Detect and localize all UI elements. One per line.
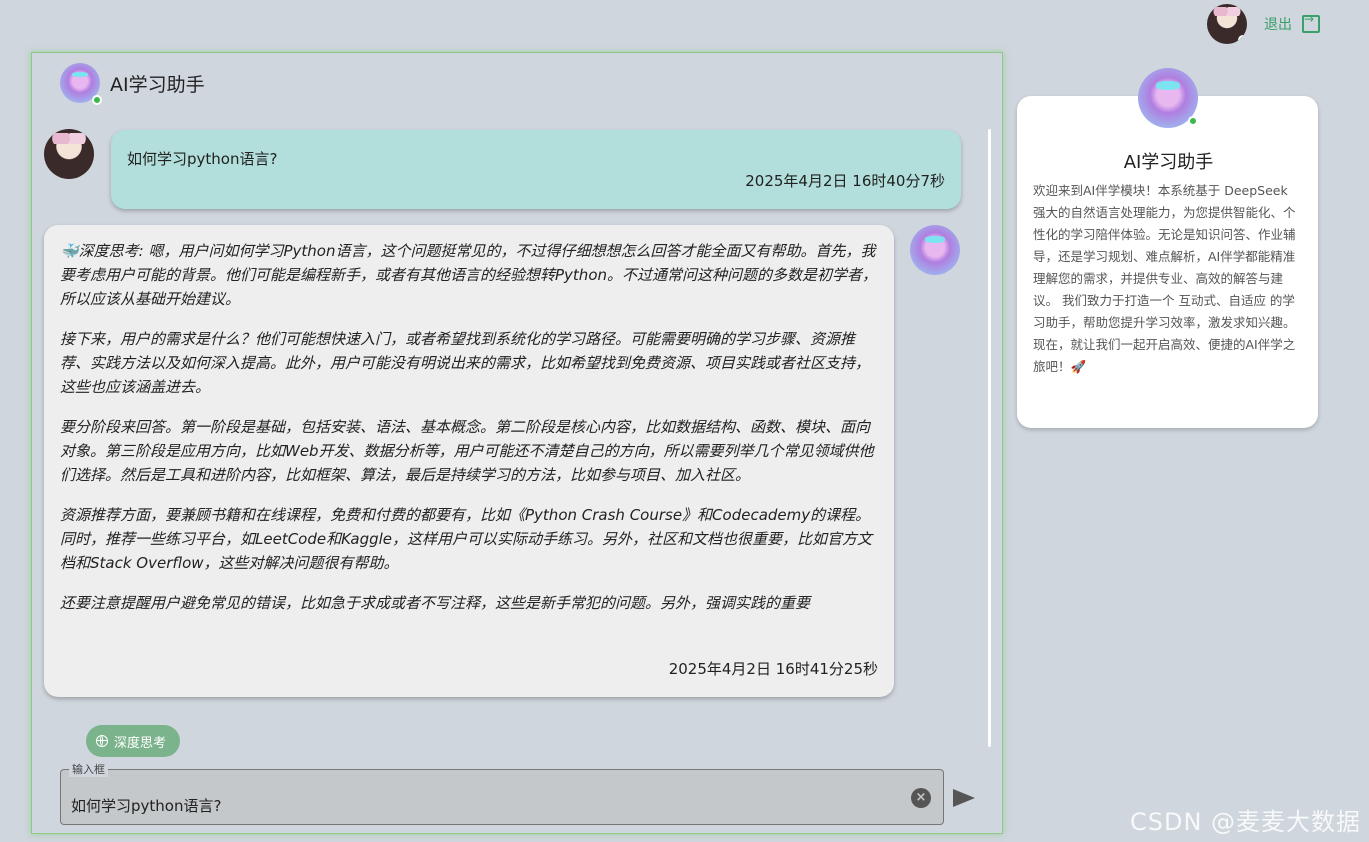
logout-label: 退出	[1264, 17, 1292, 33]
deep-think-toggle-button[interactable]: 深度思考	[86, 725, 181, 757]
info-card-title: AI学习助手	[1123, 152, 1214, 173]
user-message-text: 如何学习python语言?	[127, 150, 278, 168]
online-status-dot	[1188, 116, 1198, 126]
assistant-message-paragraph: 资源推荐方面，要兼顾书籍和在线课程，免费和付费的都要有，比如《Python Cr…	[60, 506, 873, 572]
assistant-message-paragraph: 要分阶段来回答。第一阶段是基础，包括安装、语法、基本概念。第二阶段是核心内容，比…	[60, 418, 874, 484]
chat-title: AI学习助手	[110, 73, 205, 96]
info-card-description: 欢迎来到AI伴学模块！本系统基于 DeepSeek 强大的自然语言处理能力，为您…	[1033, 183, 1296, 374]
chat-header: AI学习助手	[60, 63, 205, 105]
online-status-dot	[1238, 35, 1247, 44]
globe-icon	[96, 735, 108, 747]
chat-panel: AI学习助手 如何学习python语言? 2025年4月2日 16时40分7秒 …	[31, 52, 1003, 834]
assistant-message-paragraph: 🐳深度思考: 嗯，用户问如何学习Python语言，这个问题挺常见的，不过得仔细想…	[60, 242, 878, 308]
message-input-container[interactable]: 输入框 ×	[60, 761, 944, 825]
deep-think-label: 深度思考	[114, 735, 167, 751]
watermark: CSDN @麦麦大数据	[1130, 808, 1362, 836]
message-input[interactable]	[71, 796, 891, 814]
logout-button[interactable]: 退出	[1264, 12, 1320, 34]
user-profile-avatar[interactable]	[1207, 4, 1247, 44]
online-status-dot	[92, 95, 102, 105]
assistant-message-paragraph: 还要注意提醒用户避免常见的错误，比如急于求成或者不写注释，这些是新手常犯的问题。…	[60, 594, 811, 612]
assistant-message-timestamp: 2025年4月2日 16时41分25秒	[668, 660, 878, 678]
assistant-message-paragraph: 接下来，用户的需求是什么？他们可能想快速入门，或者希望找到系统化的学习路径。可能…	[60, 330, 871, 396]
chat-scrollbar[interactable]	[988, 129, 991, 747]
user-message-timestamp: 2025年4月2日 16时40分7秒	[745, 172, 945, 190]
send-icon[interactable]	[953, 789, 975, 807]
assistant-avatar	[60, 63, 102, 105]
user-message-bubble: 如何学习python语言? 2025年4月2日 16时40分7秒	[111, 130, 961, 209]
assistant-info-card: AI学习助手 欢迎来到AI伴学模块！本系统基于 DeepSeek 强大的自然语言…	[1017, 96, 1318, 428]
message-input-label: 输入框	[69, 761, 108, 777]
user-message-avatar	[44, 129, 94, 179]
clear-icon[interactable]: ×	[911, 788, 931, 808]
logout-icon	[1302, 12, 1320, 33]
info-card-avatar	[1138, 68, 1198, 128]
assistant-message-avatar	[910, 225, 960, 275]
assistant-message-bubble: 🐳深度思考: 嗯，用户问如何学习Python语言，这个问题挺常见的，不过得仔细想…	[44, 225, 894, 697]
